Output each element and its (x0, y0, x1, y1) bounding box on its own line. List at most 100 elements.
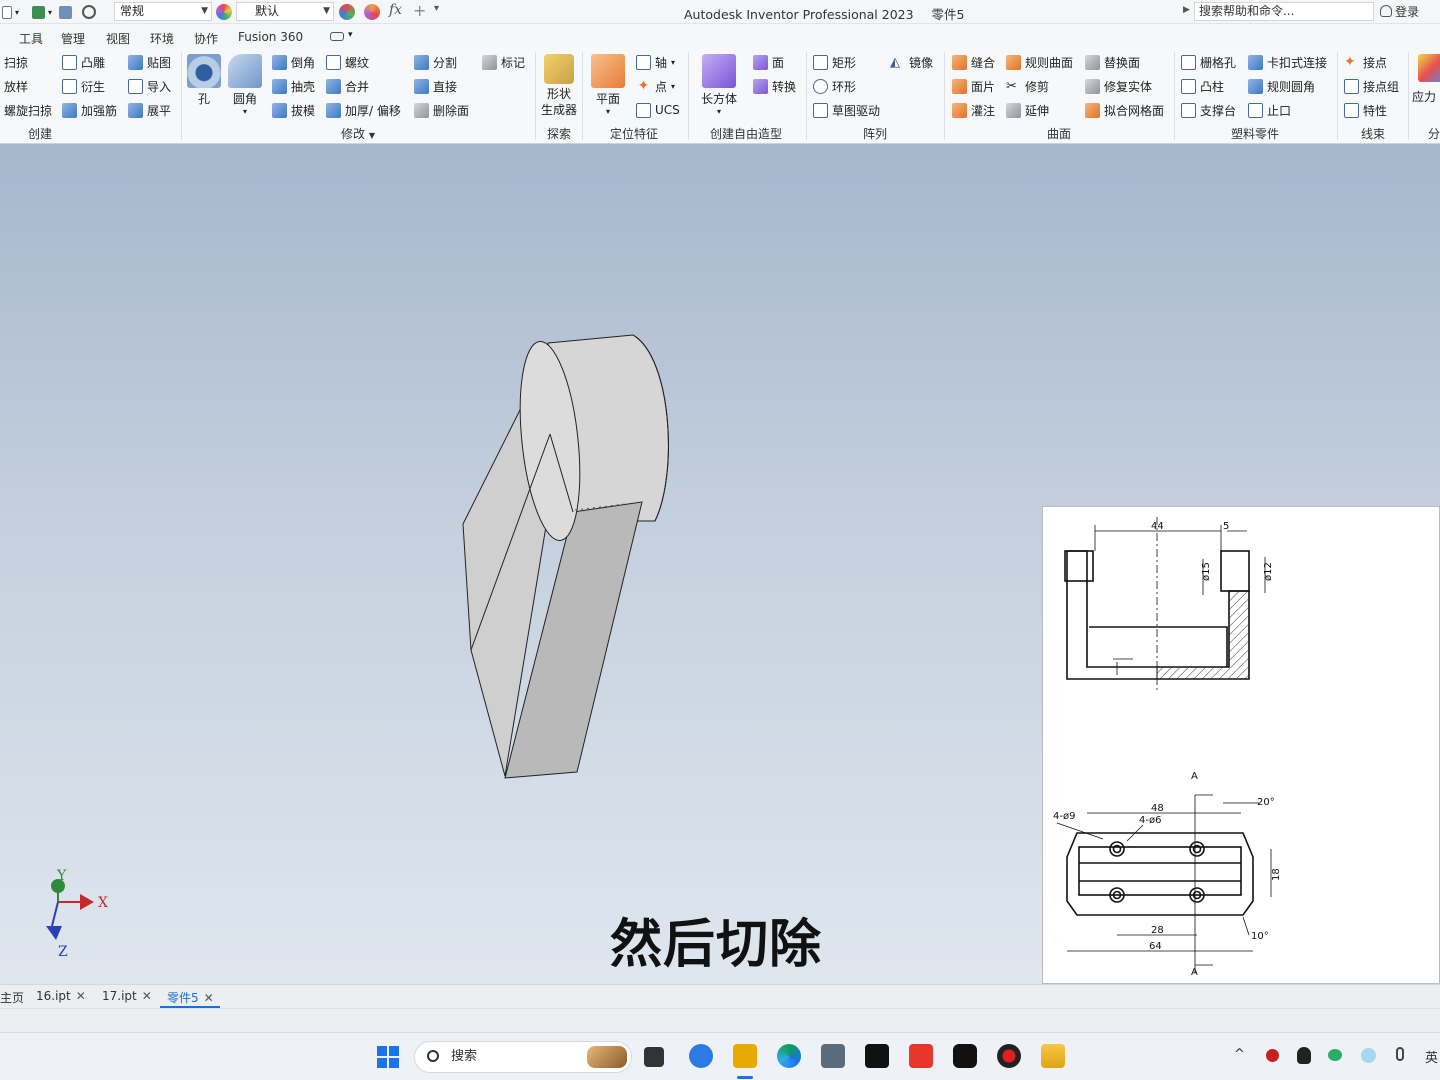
save-dropdown-icon[interactable]: ▾ (48, 8, 52, 17)
draft-button[interactable]: 拔模 (272, 100, 315, 120)
wps-app-icon[interactable] (909, 1044, 933, 1068)
edge-browser-icon[interactable] (777, 1044, 801, 1068)
modify-group-label[interactable]: 修改 ▼ (330, 125, 386, 142)
capcut-app-icon[interactable] (953, 1044, 977, 1068)
search-expand-icon[interactable]: ▶ (1183, 5, 1190, 15)
box-freeform-button[interactable]: 长方体 ▾ (697, 54, 741, 116)
shape-generator-button[interactable]: 形状 生成器 (539, 54, 579, 118)
emboss-button[interactable]: 凸雕 (62, 52, 105, 72)
kuaiwenjian-app-icon[interactable] (689, 1044, 713, 1068)
sculpt-button[interactable]: 灌注 (952, 100, 995, 120)
style-combo[interactable]: 常规 ▼ (114, 2, 212, 21)
import-button[interactable]: 导入 (128, 76, 171, 96)
coil-button[interactable]: 螺旋扫掠 (4, 100, 52, 120)
task-view-icon[interactable] (644, 1047, 664, 1067)
fit-mesh-face-button[interactable]: 拟合网格面 (1085, 100, 1164, 120)
stitch-button[interactable]: 缝合 (952, 52, 995, 72)
fillet-button[interactable]: 圆角 ▾ (226, 54, 264, 116)
help-search-input[interactable]: 搜索帮助和命令... (1194, 2, 1374, 21)
calculator-icon[interactable] (821, 1044, 845, 1068)
trim-button[interactable]: ✂ 修剪 (1006, 76, 1049, 96)
inventor-app-icon[interactable] (733, 1044, 757, 1068)
hole-button[interactable]: 孔 (186, 54, 222, 107)
new-dropdown-icon[interactable]: ▾ (15, 8, 19, 17)
repair-bodies-button[interactable]: 修复实体 (1085, 76, 1152, 96)
decal-button[interactable]: 贴图 (128, 52, 171, 72)
chamfer-button[interactable]: 倒角 (272, 52, 315, 72)
ucs-button[interactable]: UCS (636, 100, 680, 120)
login-button[interactable]: 登录 (1380, 3, 1419, 20)
ruled-surface-button[interactable]: 规则曲面 (1006, 52, 1073, 72)
sketch-driven-pattern-button[interactable]: 草图驱动 (813, 100, 880, 120)
network-tray-icon[interactable] (1361, 1048, 1376, 1063)
mark-button[interactable]: 标记 (482, 52, 525, 72)
ribbon-options-icon[interactable] (330, 32, 344, 41)
appearance-combo[interactable]: 默认 ▼ (236, 2, 334, 21)
clear-appearance-icon[interactable] (364, 4, 380, 20)
split-button[interactable]: 分割 (414, 52, 457, 72)
combine-button[interactable]: 合并 (326, 76, 369, 96)
patch-button[interactable]: 面片 (952, 76, 995, 96)
thicken-offset-button[interactable]: 加厚/ 偏移 (326, 100, 401, 120)
replace-face-button[interactable]: 替换面 (1085, 52, 1140, 72)
tab-collaborate[interactable]: 协作 (194, 30, 218, 47)
material-ball-icon[interactable] (82, 5, 97, 19)
grill-button[interactable]: 栅格孔 (1181, 52, 1236, 72)
doc-tab-17ipt[interactable]: 17.ipt ✕ (102, 989, 152, 1003)
customize-dropdown-icon[interactable]: ▾ (434, 3, 439, 14)
taskbar-search[interactable]: 搜索 (414, 1041, 632, 1073)
thread-button[interactable]: 螺纹 (326, 52, 369, 72)
chevron-down-icon[interactable]: ▾ (348, 30, 353, 40)
axis-button[interactable]: 轴 ▾ (636, 52, 675, 72)
face-freeform-button[interactable]: 面 (753, 52, 784, 72)
splice-button[interactable]: ✦ 接点 (1344, 52, 1387, 72)
shell-button[interactable]: 抽壳 (272, 76, 315, 96)
rib-button[interactable]: 加强筋 (62, 100, 117, 120)
new-file-icon[interactable] (2, 5, 12, 19)
adjust-appearance-icon[interactable] (339, 4, 355, 20)
tab-view[interactable]: 视图 (106, 30, 130, 47)
project-icon[interactable] (59, 5, 73, 19)
rectangular-pattern-button[interactable]: 矩形 (813, 52, 856, 72)
axis-triad[interactable]: X Y Z (46, 868, 108, 960)
point-button[interactable]: ✦ 点 ▾ (636, 76, 675, 96)
convert-button[interactable]: 转换 (753, 76, 796, 96)
snap-fit-button[interactable]: 卡扣式连接 (1248, 52, 1327, 72)
tab-fusion360[interactable]: Fusion 360 (238, 30, 303, 44)
tab-tools[interactable]: 工具 (19, 30, 43, 47)
close-icon[interactable]: ✕ (204, 991, 214, 1005)
properties-button[interactable]: 特性 (1344, 100, 1387, 120)
fx-parameters-icon[interactable]: fx (389, 2, 402, 18)
loft-button[interactable]: 放样 (4, 76, 28, 96)
boss-button[interactable]: 凸柱 (1181, 76, 1224, 96)
windows-start-icon[interactable] (377, 1046, 399, 1068)
doc-tab-16ipt[interactable]: 16.ipt ✕ (36, 989, 86, 1003)
tiktok-app-icon[interactable] (865, 1044, 889, 1068)
close-icon[interactable]: ✕ (142, 989, 152, 1003)
derive-button[interactable]: 衍生 (62, 76, 105, 96)
extend-button[interactable]: 延伸 (1006, 100, 1049, 120)
graphics-viewport[interactable]: X Y Z 然后切除 44 5 ø15 ø12 A 20° 4-ø9 4-ø6 … (0, 144, 1440, 984)
plane-button[interactable]: 平面 ▾ (588, 54, 628, 116)
input-language-indicator[interactable]: 英 (1425, 1047, 1438, 1066)
doc-tab-part5[interactable]: 零件5 ✕ (167, 989, 214, 1006)
delete-face-button[interactable]: 删除面 (414, 100, 469, 120)
wechat-tray-icon[interactable] (1328, 1049, 1342, 1061)
doc-tab-home[interactable]: 主页 (0, 989, 24, 1006)
direct-button[interactable]: 直接 (414, 76, 457, 96)
color-wheel-icon[interactable] (216, 4, 232, 20)
plus-icon[interactable]: + (413, 1, 426, 20)
unwrap-button[interactable]: 展平 (128, 100, 171, 120)
rest-button[interactable]: 支撑台 (1181, 100, 1236, 120)
lip-button[interactable]: 止口 (1248, 100, 1291, 120)
tab-environments[interactable]: 环境 (150, 30, 174, 47)
save-icon[interactable] (32, 5, 46, 19)
stress-analysis-button[interactable]: 应力 (1412, 54, 1440, 105)
tab-manage[interactable]: 管理 (61, 30, 85, 47)
chevron-up-icon[interactable]: ^ (1234, 1047, 1245, 1062)
recorder-app-icon[interactable] (997, 1044, 1021, 1068)
circular-pattern-button[interactable]: 环形 (813, 76, 856, 96)
splice-group-button[interactable]: 接点组 (1344, 76, 1399, 96)
close-icon[interactable]: ✕ (76, 989, 86, 1003)
rule-fillet-button[interactable]: 规则圆角 (1248, 76, 1315, 96)
